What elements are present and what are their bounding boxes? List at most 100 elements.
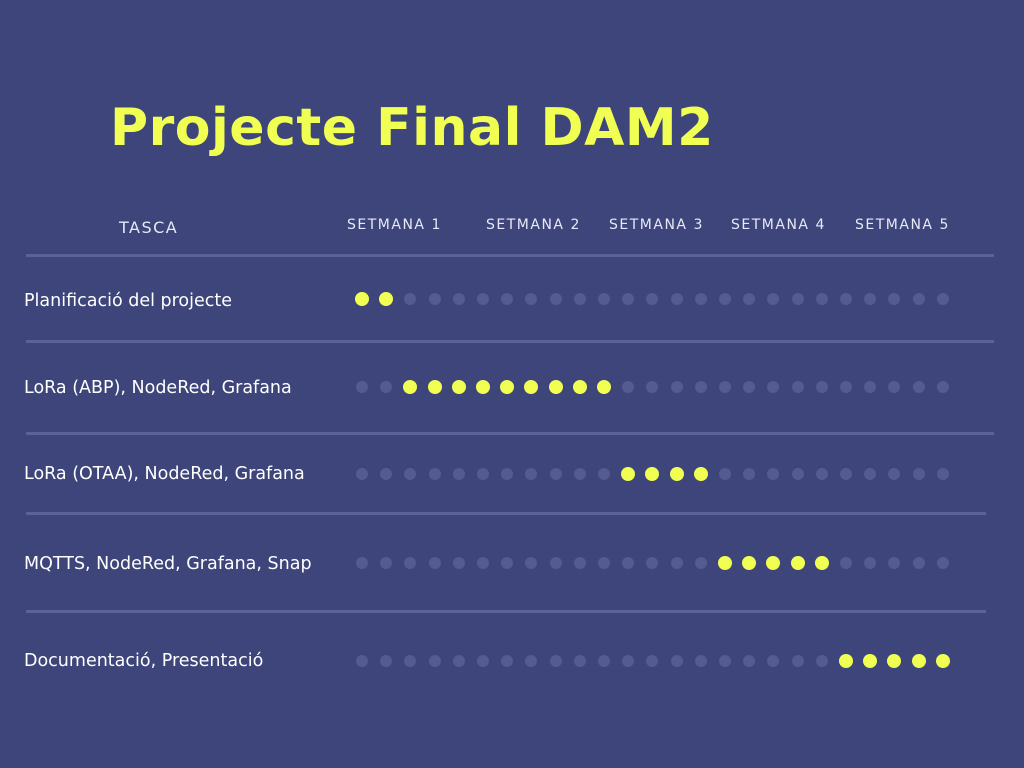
timeline-dot (380, 655, 393, 667)
column-header-week-4: SETMANA 4 (731, 217, 826, 233)
timeline-dot (936, 293, 949, 305)
timeline-dot (501, 655, 514, 667)
timeline-dot (477, 557, 489, 569)
timeline-dot (356, 468, 368, 480)
timeline-dot (356, 381, 368, 393)
timeline-dot-active (790, 556, 805, 570)
timeline-dot (404, 655, 417, 667)
timeline-dot (646, 655, 659, 667)
timeline-dot (743, 468, 756, 480)
timeline-dot (477, 655, 489, 667)
timeline-dot (719, 381, 731, 393)
timeline-dot (452, 468, 465, 480)
page-title: Projecte Final DAM2 (110, 98, 714, 158)
column-header-task: TASCA (119, 218, 179, 237)
timeline-dot (864, 381, 877, 393)
timeline-dot (525, 557, 538, 569)
timeline-dot-active (379, 292, 394, 306)
timeline-dot (743, 293, 756, 305)
timeline-dot-active (355, 292, 369, 306)
timeline-dot (694, 381, 707, 393)
timeline-dot (888, 293, 901, 305)
timeline-dot (719, 293, 731, 305)
timeline-dot-active (427, 380, 442, 394)
task-label-documentation: Documentació, Presentació (24, 651, 264, 671)
timeline-dot (452, 293, 465, 305)
timeline-dot (767, 293, 780, 305)
timeline-dot (767, 468, 780, 480)
timeline-dot (404, 468, 417, 480)
timeline-dot (888, 557, 901, 569)
timeline-dot (815, 468, 828, 480)
timeline-dot (622, 557, 635, 569)
timeline-dot (912, 557, 925, 569)
timeline-dot-active (597, 380, 611, 394)
timeline-dot-active (451, 380, 466, 394)
timeline-dot (743, 381, 756, 393)
timeline-dot-active (887, 654, 902, 668)
timeline-dot (646, 293, 659, 305)
timeline-dot (912, 293, 925, 305)
timeline-dot-active (645, 467, 660, 481)
timeline-dot (598, 468, 610, 480)
timeline-dot (719, 655, 731, 667)
timeline-dot-active (766, 556, 781, 570)
timeline-dot (767, 381, 780, 393)
timeline-dot (840, 557, 852, 569)
timeline-dot (380, 381, 393, 393)
timeline-dot-active (476, 380, 490, 394)
timeline-dot (864, 468, 877, 480)
timeline-dot (912, 468, 925, 480)
timeline-dot-active (814, 556, 829, 570)
timeline-dot-active (572, 380, 587, 394)
timeline-dot (501, 468, 514, 480)
timeline-dot (452, 655, 465, 667)
timeline-dot (670, 293, 683, 305)
timeline-dot (549, 655, 562, 667)
timeline-dot (356, 655, 368, 667)
timeline-dot-active (548, 380, 563, 394)
timeline-dot (622, 655, 635, 667)
timeline-dot (428, 557, 441, 569)
column-header-week-5: SETMANA 5 (855, 217, 950, 233)
timeline-dot (380, 557, 393, 569)
timeline-dot-active (911, 654, 926, 668)
timeline-dot (525, 655, 538, 667)
row-divider (26, 340, 994, 343)
timeline-dot (719, 468, 731, 480)
timeline-dot (670, 557, 683, 569)
timeline-dot (912, 381, 925, 393)
timeline-dot (573, 557, 586, 569)
timeline-dot (452, 557, 465, 569)
timeline-dot (549, 557, 562, 569)
timeline-dot-active (621, 467, 636, 481)
timeline-dot (743, 655, 756, 667)
column-header-week-2: SETMANA 2 (486, 217, 581, 233)
timeline-dot (646, 557, 659, 569)
timeline-dot (356, 557, 368, 569)
task-label-lora-abp: LoRa (ABP), NodeRed, Grafana (24, 378, 292, 398)
timeline-dot (791, 655, 804, 667)
timeline-dot (380, 468, 393, 480)
timeline-dot (815, 655, 828, 667)
row-divider (26, 432, 994, 435)
timeline-dot-active (524, 380, 539, 394)
timeline-dot (622, 293, 635, 305)
timeline-dot (404, 557, 417, 569)
column-header-week-1: SETMANA 1 (347, 217, 442, 233)
timeline-dot (549, 293, 562, 305)
timeline-dot (598, 655, 610, 667)
timeline-dot (622, 381, 635, 393)
timeline-dot (936, 557, 949, 569)
timeline-dot (888, 468, 901, 480)
timeline-dot (864, 293, 877, 305)
timeline-dot (840, 381, 852, 393)
timeline-dot (428, 293, 441, 305)
timeline-dot (815, 381, 828, 393)
timeline-dot (815, 293, 828, 305)
timeline-dot (501, 293, 514, 305)
timeline-dot (477, 293, 489, 305)
timeline-dot (694, 293, 707, 305)
timeline-dot (791, 468, 804, 480)
timeline-dot (888, 381, 901, 393)
